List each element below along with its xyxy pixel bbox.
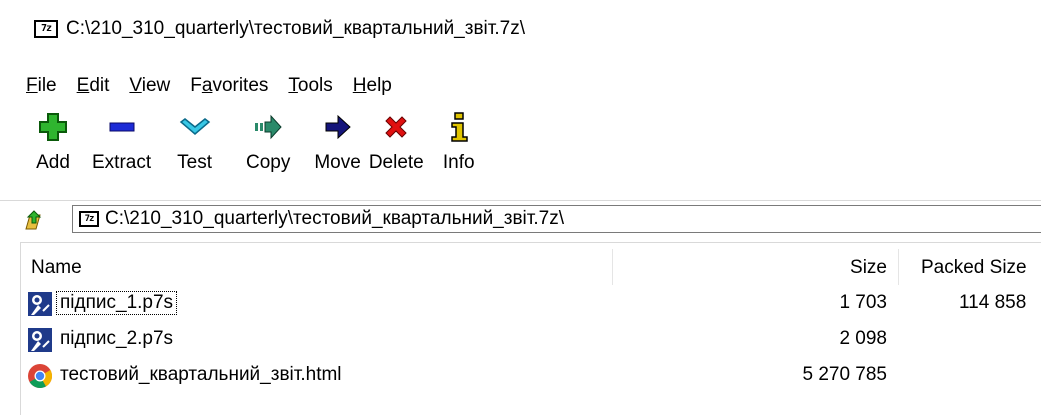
signature-file-icon [27, 327, 53, 353]
extract-button[interactable]: Extract [92, 110, 151, 174]
column-header-name[interactable]: Name [31, 257, 82, 279]
toolbar: Add Extract Test Copy Move Delete Info [0, 110, 1041, 190]
menu-tools[interactable]: Tools [288, 75, 332, 97]
address-field[interactable]: 7z C:\210_310_quarterly\тестовий_квартал… [72, 205, 1041, 233]
file-name[interactable]: тестовий_квартальний_звіт.html [57, 364, 345, 386]
extract-icon [105, 110, 139, 144]
column-divider[interactable] [898, 249, 899, 285]
column-divider[interactable] [612, 249, 613, 285]
extract-label: Extract [92, 152, 152, 173]
move-label: Move [314, 152, 361, 173]
file-size: 2 098 [839, 328, 887, 349]
table-row[interactable]: тестовий_квартальний_звіт.html 5 270 785 [21, 359, 1041, 393]
column-header-size[interactable]: Size [850, 257, 887, 279]
move-icon [321, 110, 355, 144]
address-path[interactable]: C:\210_310_quarterly\тестовий_квартальни… [105, 208, 564, 230]
file-packed-size: 114 858 [959, 292, 1027, 313]
copy-label: Copy [245, 152, 291, 173]
copy-icon [251, 110, 285, 144]
signature-file-icon [27, 291, 53, 317]
archive-path-icon: 7z [79, 211, 99, 227]
file-name[interactable]: підпис_1.p7s [55, 291, 178, 315]
delete-button[interactable]: Delete [369, 110, 424, 174]
table-row[interactable]: підпис_2.p7s 2 098 [21, 323, 1041, 357]
add-button[interactable]: Add [36, 110, 70, 174]
menu-tools-mnemonic: T [288, 75, 298, 96]
menu-file-mnemonic: F [26, 75, 38, 96]
menu-view[interactable]: View [129, 75, 170, 97]
7zip-app-icon: 7z [34, 20, 58, 38]
menu-edit[interactable]: Edit [77, 75, 110, 97]
copy-button[interactable]: Copy [246, 110, 290, 174]
menu-favorites-mnemonic: a [201, 75, 213, 96]
file-size: 5 270 785 [802, 364, 887, 385]
menu-help-mnemonic: H [352, 75, 367, 96]
chrome-html-file-icon [27, 363, 53, 389]
file-name[interactable]: підпис_2.p7s [57, 328, 176, 350]
menu-bar: File Edit View Favorites Tools Help [0, 68, 1041, 104]
info-label: Info [442, 152, 475, 173]
menu-favorites[interactable]: Favorites [190, 75, 268, 97]
test-label: Test [177, 152, 212, 173]
move-button[interactable]: Move [314, 110, 361, 174]
title-bar: 7z C:\210_310_quarterly\тестовий_квартал… [0, 0, 1041, 58]
window-title: C:\210_310_quarterly\тестовий_квартальни… [66, 18, 525, 39]
list-header: Name Size Packed Size [21, 243, 1041, 287]
file-size: 1 703 [839, 292, 887, 313]
menu-file[interactable]: File [26, 75, 57, 97]
menu-help[interactable]: Help [353, 75, 392, 97]
column-header-packed-size[interactable]: Packed Size [921, 257, 1027, 279]
menu-view-mnemonic: V [129, 75, 142, 96]
info-icon [442, 110, 476, 144]
menu-edit-mnemonic: E [76, 75, 90, 96]
address-bar: 7z C:\210_310_quarterly\тестовий_квартал… [0, 200, 1041, 237]
folder-up-icon[interactable] [22, 209, 44, 231]
test-button[interactable]: Test [177, 110, 212, 174]
file-list[interactable]: Name Size Packed Size підпис_1.p7s 1 703… [20, 242, 1041, 415]
table-row[interactable]: підпис_1.p7s 1 703 114 858 [21, 287, 1041, 321]
delete-label: Delete [368, 152, 424, 173]
add-label: Add [36, 152, 70, 173]
info-button[interactable]: Info [442, 110, 476, 174]
test-icon [178, 110, 212, 144]
add-icon [36, 110, 70, 144]
delete-icon [379, 110, 413, 144]
